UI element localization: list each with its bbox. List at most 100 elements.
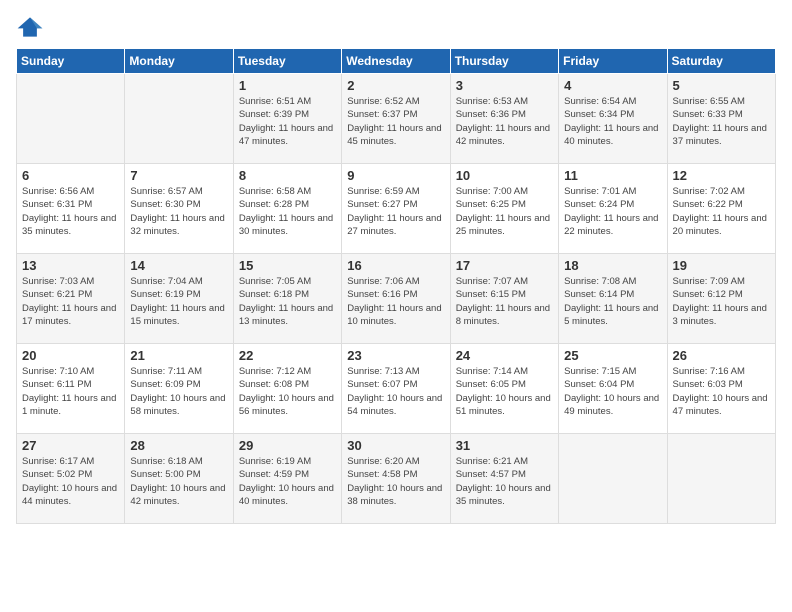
calendar-cell: 26 Sunrise: 7:16 AM Sunset: 6:03 PM Dayli… [667, 344, 775, 434]
day-number: 29 [239, 438, 336, 453]
calendar-cell: 19 Sunrise: 7:09 AM Sunset: 6:12 PM Dayli… [667, 254, 775, 344]
logo-icon [16, 16, 44, 38]
calendar-cell: 15Sunrise: 7:05 AM Sunset: 6:18 PM Dayli… [233, 254, 341, 344]
cell-info: Sunrise: 7:11 AM Sunset: 6:09 PM Dayligh… [130, 365, 227, 418]
calendar-cell: 24 Sunrise: 7:14 AM Sunset: 6:05 PM Dayli… [450, 344, 558, 434]
cell-info: Sunrise: 7:00 AM Sunset: 6:25 PM Dayligh… [456, 185, 553, 238]
day-number: 23 [347, 348, 444, 363]
day-number: 24 [456, 348, 553, 363]
day-number: 27 [22, 438, 119, 453]
calendar-cell: 1 Sunrise: 6:51 AM Sunset: 6:39 PM Daylig… [233, 74, 341, 164]
day-number: 1 [239, 78, 336, 93]
calendar-week-row: 27 Sunrise: 6:17 AM Sunset: 5:02 PM Dayli… [17, 434, 776, 524]
day-number: 28 [130, 438, 227, 453]
calendar-cell: 4 Sunrise: 6:54 AM Sunset: 6:34 PM Daylig… [559, 74, 667, 164]
cell-info: Sunrise: 6:53 AM Sunset: 6:36 PM Dayligh… [456, 95, 553, 148]
cell-info: Sunrise: 6:21 AM Sunset: 4:57 PM Dayligh… [456, 455, 553, 508]
cell-info: Sunrise: 6:56 AM Sunset: 6:31 PM Dayligh… [22, 185, 119, 238]
day-number: 13 [22, 258, 119, 273]
cell-info: Sunrise: 7:02 AM Sunset: 6:22 PM Dayligh… [673, 185, 770, 238]
calendar-cell: 10 Sunrise: 7:00 AM Sunset: 6:25 PM Dayli… [450, 164, 558, 254]
calendar-cell: 14Sunrise: 7:04 AM Sunset: 6:19 PM Dayli… [125, 254, 233, 344]
calendar-cell: 2 Sunrise: 6:52 AM Sunset: 6:37 PM Daylig… [342, 74, 450, 164]
cell-info: Sunrise: 7:12 AM Sunset: 6:08 PM Dayligh… [239, 365, 336, 418]
day-number: 2 [347, 78, 444, 93]
weekday-header: Friday [559, 49, 667, 74]
cell-info: Sunrise: 7:16 AM Sunset: 6:03 PM Dayligh… [673, 365, 770, 418]
cell-info: Sunrise: 7:03 AM Sunset: 6:21 PM Dayligh… [22, 275, 119, 328]
day-number: 12 [673, 168, 770, 183]
cell-info: Sunrise: 7:07 AM Sunset: 6:15 PM Dayligh… [456, 275, 553, 328]
cell-info: Sunrise: 7:01 AM Sunset: 6:24 PM Dayligh… [564, 185, 661, 238]
cell-info: Sunrise: 6:59 AM Sunset: 6:27 PM Dayligh… [347, 185, 444, 238]
calendar-cell: 21 Sunrise: 7:11 AM Sunset: 6:09 PM Dayli… [125, 344, 233, 434]
calendar-cell: 31 Sunrise: 6:21 AM Sunset: 4:57 PM Dayli… [450, 434, 558, 524]
calendar-cell [17, 74, 125, 164]
day-number: 8 [239, 168, 336, 183]
cell-info: Sunrise: 6:57 AM Sunset: 6:30 PM Dayligh… [130, 185, 227, 238]
day-number: 25 [564, 348, 661, 363]
day-number: 30 [347, 438, 444, 453]
calendar-cell: 3 Sunrise: 6:53 AM Sunset: 6:36 PM Daylig… [450, 74, 558, 164]
calendar-week-row: 1 Sunrise: 6:51 AM Sunset: 6:39 PM Daylig… [17, 74, 776, 164]
cell-info: Sunrise: 6:51 AM Sunset: 6:39 PM Dayligh… [239, 95, 336, 148]
cell-info: Sunrise: 7:06 AM Sunset: 6:16 PM Dayligh… [347, 275, 444, 328]
calendar-week-row: 6 Sunrise: 6:56 AM Sunset: 6:31 PM Daylig… [17, 164, 776, 254]
day-number: 18 [564, 258, 661, 273]
calendar-cell: 23 Sunrise: 7:13 AM Sunset: 6:07 PM Dayli… [342, 344, 450, 434]
calendar-cell: 12 Sunrise: 7:02 AM Sunset: 6:22 PM Dayli… [667, 164, 775, 254]
calendar-cell: 28Sunrise: 6:18 AM Sunset: 5:00 PM Dayli… [125, 434, 233, 524]
day-number: 26 [673, 348, 770, 363]
calendar-week-row: 20 Sunrise: 7:10 AM Sunset: 6:11 PM Dayli… [17, 344, 776, 434]
calendar-cell [559, 434, 667, 524]
cell-info: Sunrise: 7:05 AM Sunset: 6:18 PM Dayligh… [239, 275, 336, 328]
day-number: 9 [347, 168, 444, 183]
cell-info: Sunrise: 7:14 AM Sunset: 6:05 PM Dayligh… [456, 365, 553, 418]
day-number: 19 [673, 258, 770, 273]
cell-info: Sunrise: 6:54 AM Sunset: 6:34 PM Dayligh… [564, 95, 661, 148]
weekday-header: Wednesday [342, 49, 450, 74]
cell-info: Sunrise: 7:13 AM Sunset: 6:07 PM Dayligh… [347, 365, 444, 418]
calendar-cell: 27 Sunrise: 6:17 AM Sunset: 5:02 PM Dayli… [17, 434, 125, 524]
day-number: 5 [673, 78, 770, 93]
weekday-header: Sunday [17, 49, 125, 74]
day-number: 20 [22, 348, 119, 363]
day-number: 4 [564, 78, 661, 93]
calendar-cell: 9 Sunrise: 6:59 AM Sunset: 6:27 PM Daylig… [342, 164, 450, 254]
calendar-cell: 16 Sunrise: 7:06 AM Sunset: 6:16 PM Dayli… [342, 254, 450, 344]
cell-info: Sunrise: 6:20 AM Sunset: 4:58 PM Dayligh… [347, 455, 444, 508]
calendar-cell: 7Sunrise: 6:57 AM Sunset: 6:30 PM Daylig… [125, 164, 233, 254]
calendar-cell: 6 Sunrise: 6:56 AM Sunset: 6:31 PM Daylig… [17, 164, 125, 254]
calendar-cell: 13 Sunrise: 7:03 AM Sunset: 6:21 PM Dayli… [17, 254, 125, 344]
cell-info: Sunrise: 6:17 AM Sunset: 5:02 PM Dayligh… [22, 455, 119, 508]
day-number: 11 [564, 168, 661, 183]
day-number: 21 [130, 348, 227, 363]
weekday-header: Saturday [667, 49, 775, 74]
cell-info: Sunrise: 7:08 AM Sunset: 6:14 PM Dayligh… [564, 275, 661, 328]
day-number: 10 [456, 168, 553, 183]
cell-info: Sunrise: 6:58 AM Sunset: 6:28 PM Dayligh… [239, 185, 336, 238]
day-number: 17 [456, 258, 553, 273]
calendar-cell: 30 Sunrise: 6:20 AM Sunset: 4:58 PM Dayli… [342, 434, 450, 524]
day-number: 16 [347, 258, 444, 273]
day-number: 6 [22, 168, 119, 183]
cell-info: Sunrise: 7:04 AM Sunset: 6:19 PM Dayligh… [130, 275, 227, 328]
day-number: 31 [456, 438, 553, 453]
calendar-cell: 20 Sunrise: 7:10 AM Sunset: 6:11 PM Dayli… [17, 344, 125, 434]
calendar-cell: 11 Sunrise: 7:01 AM Sunset: 6:24 PM Dayli… [559, 164, 667, 254]
calendar-cell [667, 434, 775, 524]
calendar-cell: 22Sunrise: 7:12 AM Sunset: 6:08 PM Dayli… [233, 344, 341, 434]
calendar-cell: 8 Sunrise: 6:58 AM Sunset: 6:28 PM Daylig… [233, 164, 341, 254]
weekday-header-row: SundayMondayTuesdayWednesdayThursdayFrid… [17, 49, 776, 74]
calendar-cell [125, 74, 233, 164]
calendar-cell: 25Sunrise: 7:15 AM Sunset: 6:04 PM Dayli… [559, 344, 667, 434]
weekday-header: Monday [125, 49, 233, 74]
cell-info: Sunrise: 7:10 AM Sunset: 6:11 PM Dayligh… [22, 365, 119, 418]
calendar-cell: 29 Sunrise: 6:19 AM Sunset: 4:59 PM Dayli… [233, 434, 341, 524]
cell-info: Sunrise: 6:55 AM Sunset: 6:33 PM Dayligh… [673, 95, 770, 148]
cell-info: Sunrise: 6:52 AM Sunset: 6:37 PM Dayligh… [347, 95, 444, 148]
weekday-header: Tuesday [233, 49, 341, 74]
cell-info: Sunrise: 6:19 AM Sunset: 4:59 PM Dayligh… [239, 455, 336, 508]
cell-info: Sunrise: 7:09 AM Sunset: 6:12 PM Dayligh… [673, 275, 770, 328]
day-number: 3 [456, 78, 553, 93]
